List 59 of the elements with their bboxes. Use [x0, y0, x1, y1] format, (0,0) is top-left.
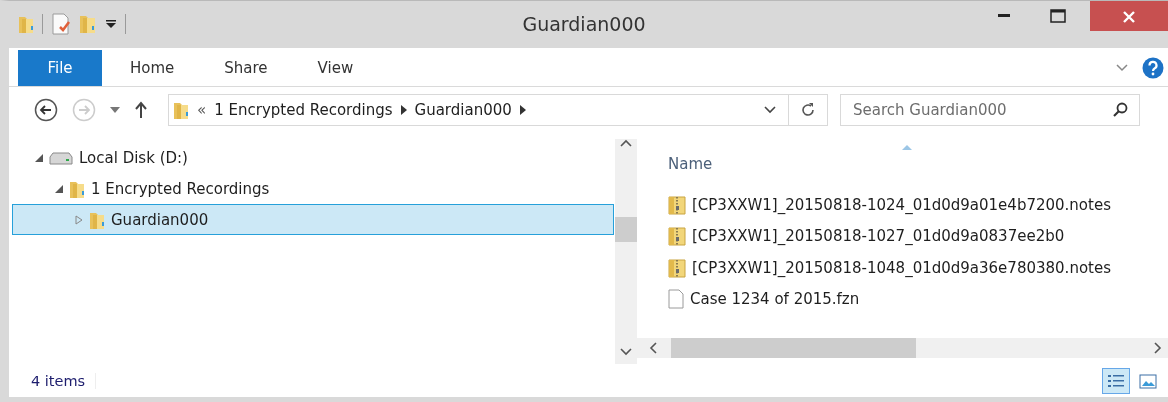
search-icon: [1112, 102, 1128, 118]
file-name[interactable]: [CP3XXW1]_20150818-1048_01d0d9a36e780380.notes: [692, 258, 1111, 277]
horizontal-scrollbar[interactable]: [637, 338, 1168, 358]
breadcrumb[interactable]: 1 Encrypted Recordings: [214, 101, 393, 119]
scroll-thumb[interactable]: [671, 338, 916, 358]
picture-view-icon: [1139, 372, 1157, 389]
breadcrumb[interactable]: Guardian000: [414, 101, 512, 119]
minimize-icon: [998, 14, 1010, 18]
zip-folder-icon: [668, 257, 686, 278]
expand-ribbon-icon[interactable]: [1116, 64, 1128, 72]
properties-icon[interactable]: [51, 13, 71, 35]
close-button[interactable]: [1090, 1, 1168, 31]
file-icon: [668, 289, 684, 310]
vertical-scrollbar[interactable]: [615, 139, 637, 364]
expanded-icon[interactable]: [55, 184, 63, 193]
drive-icon: [49, 150, 73, 165]
tree-item[interactable]: Local Disk (D:): [12, 142, 614, 173]
maximize-icon: [1050, 9, 1066, 23]
recent-locations-button[interactable]: [110, 107, 120, 113]
file-name[interactable]: [CP3XXW1]_20150818-1024_01d0d9a01e4b7200.notes: [692, 195, 1111, 214]
back-button[interactable]: [34, 98, 58, 122]
caret-icon: [110, 107, 120, 113]
refresh-icon[interactable]: [800, 102, 816, 118]
ribbon-tab[interactable]: Home: [108, 50, 197, 86]
search-field[interactable]: Search Guardian000: [840, 94, 1140, 126]
ribbon-tab[interactable]: File: [18, 50, 102, 86]
scroll-up-icon[interactable]: [620, 139, 632, 147]
sort-arrow-icon: [902, 144, 912, 150]
up-button[interactable]: [134, 101, 148, 119]
ribbon-tab[interactable]: View: [295, 50, 376, 86]
scroll-left-icon[interactable]: [649, 342, 657, 354]
chevron-icon[interactable]: [400, 105, 407, 115]
window-title: Guardian000: [522, 13, 646, 35]
scroll-thumb[interactable]: [615, 217, 637, 242]
file-name[interactable]: [CP3XXW1]_20150818-1027_01d0d9a0837ee2b0: [692, 227, 1065, 246]
zip-folder-icon: [668, 194, 686, 215]
forward-icon: [72, 98, 96, 122]
zip-folder-icon: [668, 226, 686, 247]
scroll-down-icon[interactable]: [620, 348, 632, 356]
chevron-icon[interactable]: [519, 105, 526, 115]
breadcrumb-overflow[interactable]: «: [197, 101, 207, 119]
ribbon-tab[interactable]: Share: [202, 50, 290, 86]
folder-icon: [173, 100, 189, 120]
tree-item[interactable]: 1 Encrypted Recordings: [12, 173, 614, 204]
up-arrow-icon: [134, 101, 148, 119]
details-view-icon: [1107, 372, 1125, 389]
dropdown-icon[interactable]: [764, 106, 776, 114]
column-header[interactable]: Name: [668, 155, 713, 173]
customize-icon[interactable]: [105, 19, 117, 29]
help-icon[interactable]: [1142, 57, 1164, 79]
item-count: 4 items: [31, 372, 97, 389]
back-icon: [34, 98, 58, 122]
tree-item[interactable]: Guardian000: [12, 204, 614, 235]
scroll-right-icon[interactable]: [1154, 342, 1162, 354]
address-bar[interactable]: « 1 Encrypted Recordings Guardian000: [168, 94, 828, 126]
close-icon: [1123, 11, 1135, 23]
expanded-icon[interactable]: [35, 153, 43, 162]
details-view-button[interactable]: [1102, 367, 1130, 394]
file-name[interactable]: Case 1234 of 2015.fzn: [690, 290, 860, 309]
